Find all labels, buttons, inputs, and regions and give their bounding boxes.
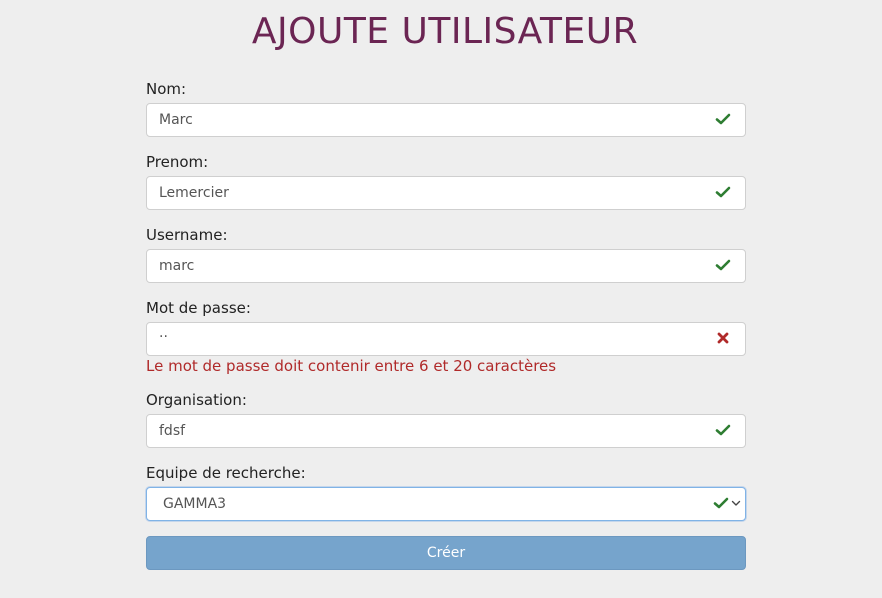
check-icon [715,113,731,125]
equipe-select[interactable]: GAMMA3 [146,487,746,521]
prenom-input[interactable]: Lemercier [146,176,746,210]
check-icon [715,186,731,198]
equipe-label: Equipe de recherche: [146,464,306,482]
password-input[interactable]: ·· [146,322,746,356]
prenom-value: Lemercier [159,185,229,201]
username-value: marc [159,258,195,274]
check-icon [715,259,731,271]
organisation-input[interactable]: fdsf [146,414,746,448]
username-input[interactable]: marc [146,249,746,283]
nom-value: Marc [159,112,193,128]
x-icon [717,332,729,344]
chevron-down-icon[interactable] [731,498,741,508]
check-icon [713,497,729,509]
check-icon [715,424,731,436]
prenom-label: Prenom: [146,153,209,171]
organisation-value: fdsf [159,423,186,439]
create-button[interactable]: Créer [146,536,746,570]
equipe-value: GAMMA3 [163,496,227,512]
organisation-label: Organisation: [146,391,247,409]
password-error-message: Le mot de passe doit contenir entre 6 et… [146,357,557,375]
page-title: AJOUTE UTILISATEUR [251,11,639,52]
username-label: Username: [146,226,228,244]
password-value: ·· [159,329,168,345]
nom-label: Nom: [146,80,187,98]
nom-input[interactable]: Marc [146,103,746,137]
password-label: Mot de passe: [146,299,251,317]
